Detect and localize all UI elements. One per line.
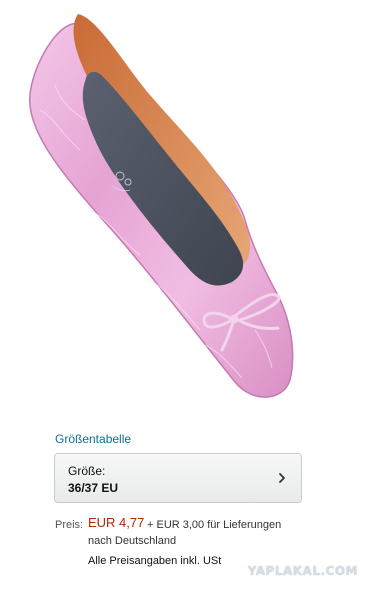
vat-note: Alle Preisangaben inkl. USt — [88, 555, 222, 567]
shipping-cost-text: + EUR 3,00 für Lieferungen — [147, 519, 282, 531]
price-label: Preis: — [55, 519, 84, 531]
size-chart-link[interactable]: Größentabelle — [55, 432, 131, 446]
size-selector-label: Größe: — [68, 464, 106, 478]
size-selector-value: 36/37 EU — [68, 481, 119, 495]
price-value: EUR 4,77 — [88, 515, 145, 530]
watermark: YAPLAKAL.COM — [247, 564, 358, 578]
size-selector-button[interactable]: Größe: 36/37 EU — [54, 453, 302, 503]
chevron-right-icon — [279, 473, 285, 483]
product-image[interactable] — [0, 0, 384, 420]
shipping-destination-text: nach Deutschland — [88, 535, 177, 547]
